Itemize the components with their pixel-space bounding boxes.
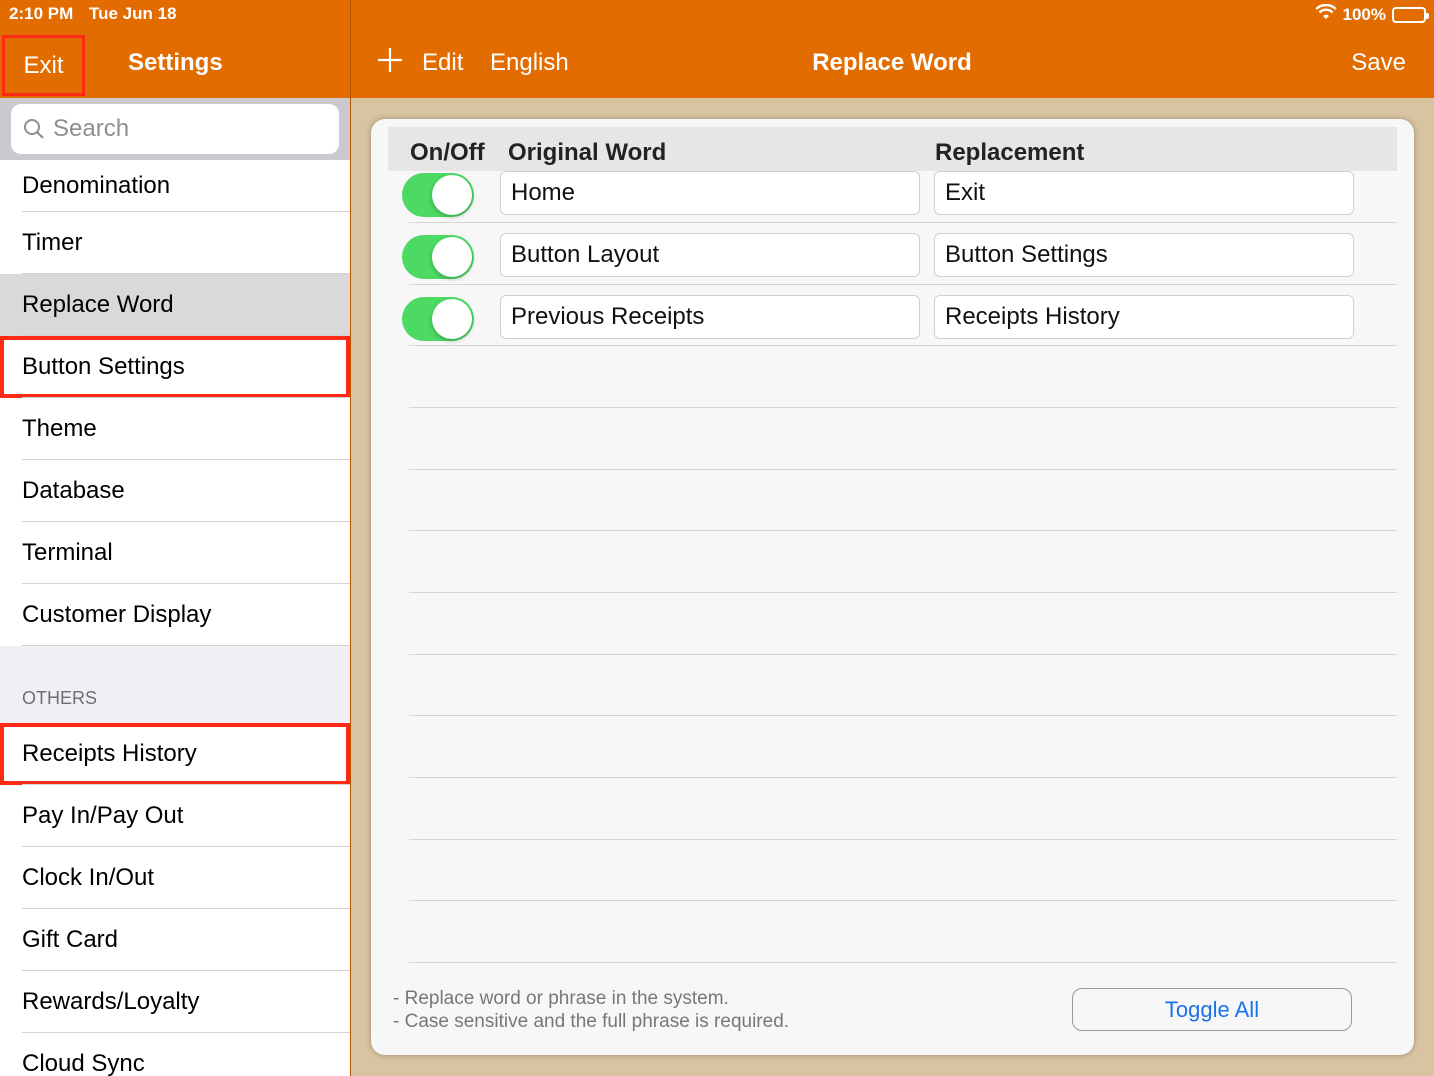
row-divider (409, 407, 1397, 408)
note-line: - Replace word or phrase in the system. (393, 988, 729, 1009)
split-divider (350, 0, 351, 1076)
row-divider (409, 777, 1397, 778)
status-right: 100% (1314, 3, 1429, 25)
row-divider (409, 345, 1397, 346)
sidebar-item-denomination[interactable]: Denomination (0, 160, 350, 212)
replacement-field[interactable]: Button Settings (934, 233, 1354, 277)
row-divider (409, 715, 1397, 716)
help-notes: - Replace word or phrase in the system. … (393, 987, 789, 1033)
row-divider (409, 530, 1397, 531)
edit-button[interactable]: Edit (422, 49, 463, 77)
original-word-field[interactable]: Home (500, 171, 920, 215)
sidebar-item-timer[interactable]: Timer (0, 212, 350, 274)
settings-list: Denomination Timer Replace Word Button S… (0, 160, 350, 646)
sidebar-item-rewards-loyalty[interactable]: Rewards/Loyalty (0, 971, 350, 1033)
search-input[interactable]: Search (11, 104, 339, 154)
onoff-toggle[interactable] (402, 173, 474, 217)
battery-percent: 100% (1342, 4, 1386, 24)
original-word-field[interactable]: Previous Receipts (500, 295, 920, 339)
sidebar-item-replace-word[interactable]: Replace Word (0, 274, 350, 336)
exit-button[interactable]: Exit (2, 35, 85, 96)
sidebar-item-pay-in-pay-out[interactable]: Pay In/Pay Out (0, 785, 350, 847)
header-onoff: On/Off (410, 139, 485, 166)
sidebar-item-gift-card[interactable]: Gift Card (0, 909, 350, 971)
status-date: Tue Jun 18 (89, 4, 177, 23)
section-header-others: OTHERS (0, 688, 350, 723)
replacement-field[interactable]: Receipts History (934, 295, 1354, 339)
header-replacement: Replacement (935, 139, 1085, 166)
battery-icon (1392, 6, 1429, 23)
sidebar-item-database[interactable]: Database (0, 460, 350, 522)
table-row: Button Layout Button Settings (388, 226, 1397, 288)
note-line: - Case sensitive and the full phrase is … (393, 1011, 790, 1032)
search-placeholder: Search (53, 115, 130, 142)
add-icon[interactable] (376, 46, 404, 79)
section-gap (0, 646, 350, 688)
search-bar: Search (0, 98, 350, 160)
settings-sidebar: Search Denomination Timer Replace Word B… (0, 98, 350, 1076)
sidebar-item-theme[interactable]: Theme (0, 398, 350, 460)
header-original-word: Original Word (508, 139, 667, 166)
sidebar-item-terminal[interactable]: Terminal (0, 522, 350, 584)
row-divider (409, 962, 1397, 963)
search-icon (24, 119, 44, 139)
replacement-field[interactable]: Exit (934, 171, 1354, 215)
row-divider (409, 222, 1397, 223)
row-divider (409, 654, 1397, 655)
sidebar-item-clock-in-out[interactable]: Clock In/Out (0, 847, 350, 909)
replace-word-panel: On/Off Original Word Replacement Home Ex… (371, 119, 1414, 1055)
original-word-field[interactable]: Button Layout (500, 233, 920, 277)
onoff-toggle[interactable] (402, 235, 474, 279)
sidebar-item-receipts-history[interactable]: Receipts History (0, 723, 350, 785)
sidebar-item-cloud-sync[interactable]: Cloud Sync (0, 1033, 350, 1076)
table-row: Previous Receipts Receipts History (388, 288, 1397, 350)
language-button[interactable]: English (490, 49, 569, 77)
onoff-toggle[interactable] (402, 297, 474, 341)
row-divider (409, 839, 1397, 840)
row-divider (409, 469, 1397, 470)
table-row: Home Exit (388, 164, 1397, 226)
settings-title: Settings (128, 49, 223, 76)
others-list: Receipts History Pay In/Pay Out Clock In… (0, 723, 350, 1076)
top-navigation-bar: 2:10 PM Tue Jun 18 100% Exit Settings Ed… (0, 0, 1434, 98)
sidebar-item-customer-display[interactable]: Customer Display (0, 584, 350, 646)
save-button[interactable]: Save (1351, 49, 1406, 77)
sidebar-item-button-settings[interactable]: Button Settings (0, 336, 350, 398)
wifi-icon (1314, 3, 1337, 25)
row-divider (409, 284, 1397, 285)
toggle-all-button[interactable]: Toggle All (1072, 988, 1352, 1031)
row-divider (409, 900, 1397, 901)
status-time: 2:10 PM (9, 4, 74, 23)
row-divider (409, 592, 1397, 593)
status-bar: 2:10 PM Tue Jun 18 100% (0, 0, 1434, 28)
